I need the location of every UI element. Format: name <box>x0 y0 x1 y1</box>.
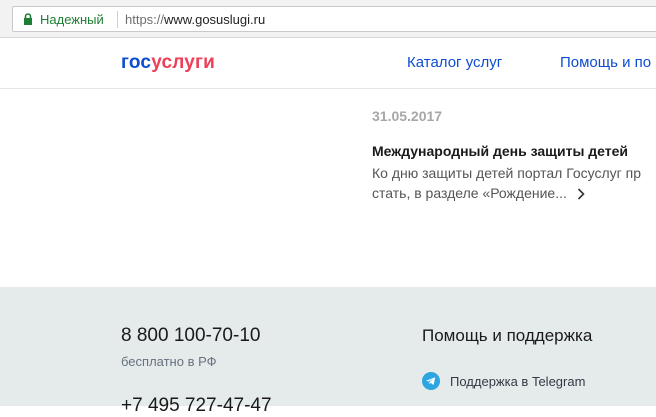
nav-help-link[interactable]: Помощь и по <box>560 54 651 72</box>
telegram-support-link[interactable]: Поддержка в Telegram <box>450 374 585 390</box>
browser-toolbar: Надежный https://www.gosuslugi.ru <box>0 0 656 38</box>
phone-second[interactable]: +7 495 727-47-47 <box>121 395 272 417</box>
logo-part-gos: гос <box>121 52 152 73</box>
url-scheme: https:// <box>125 12 165 27</box>
url-text[interactable]: https://www.gosuslugi.ru <box>125 12 265 27</box>
logo-part-uslugi: услуги <box>151 52 216 73</box>
address-bar[interactable]: Надежный https://www.gosuslugi.ru <box>12 6 656 32</box>
site-logo[interactable]: госуслуги <box>121 52 215 74</box>
phone-main[interactable]: 8 800 100-70-10 <box>121 325 260 347</box>
secure-indicator[interactable]: Надежный <box>40 12 104 27</box>
url-host: www.gosuslugi.ru <box>164 12 266 27</box>
lock-icon <box>24 13 32 25</box>
news-excerpt-line: стать, в разделе «Рождение... <box>372 183 656 203</box>
telegram-icon[interactable] <box>422 372 440 390</box>
news-excerpt-line: Ко дню защиты детей портал Госуслуг пр <box>372 165 642 181</box>
news-title[interactable]: Международный день защиты детей <box>372 143 628 159</box>
address-separator <box>117 11 118 28</box>
news-excerpt[interactable]: Ко дню защиты детей портал Госуслуг пр с… <box>372 163 656 203</box>
news-date: 31.05.2017 <box>372 108 443 124</box>
chevron-right-icon[interactable] <box>577 188 585 200</box>
site-footer: 8 800 100-70-10 бесплатно в РФ +7 495 72… <box>0 287 656 416</box>
nav-catalog-link[interactable]: Каталог услуг <box>407 54 502 72</box>
phone-note: бесплатно в РФ <box>121 354 217 369</box>
site-header: госуслуги Каталог услуг Помощь и по <box>0 38 656 89</box>
support-heading: Помощь и поддержка <box>422 326 593 345</box>
news-excerpt-end: стать, в разделе «Рождение... <box>372 185 567 201</box>
